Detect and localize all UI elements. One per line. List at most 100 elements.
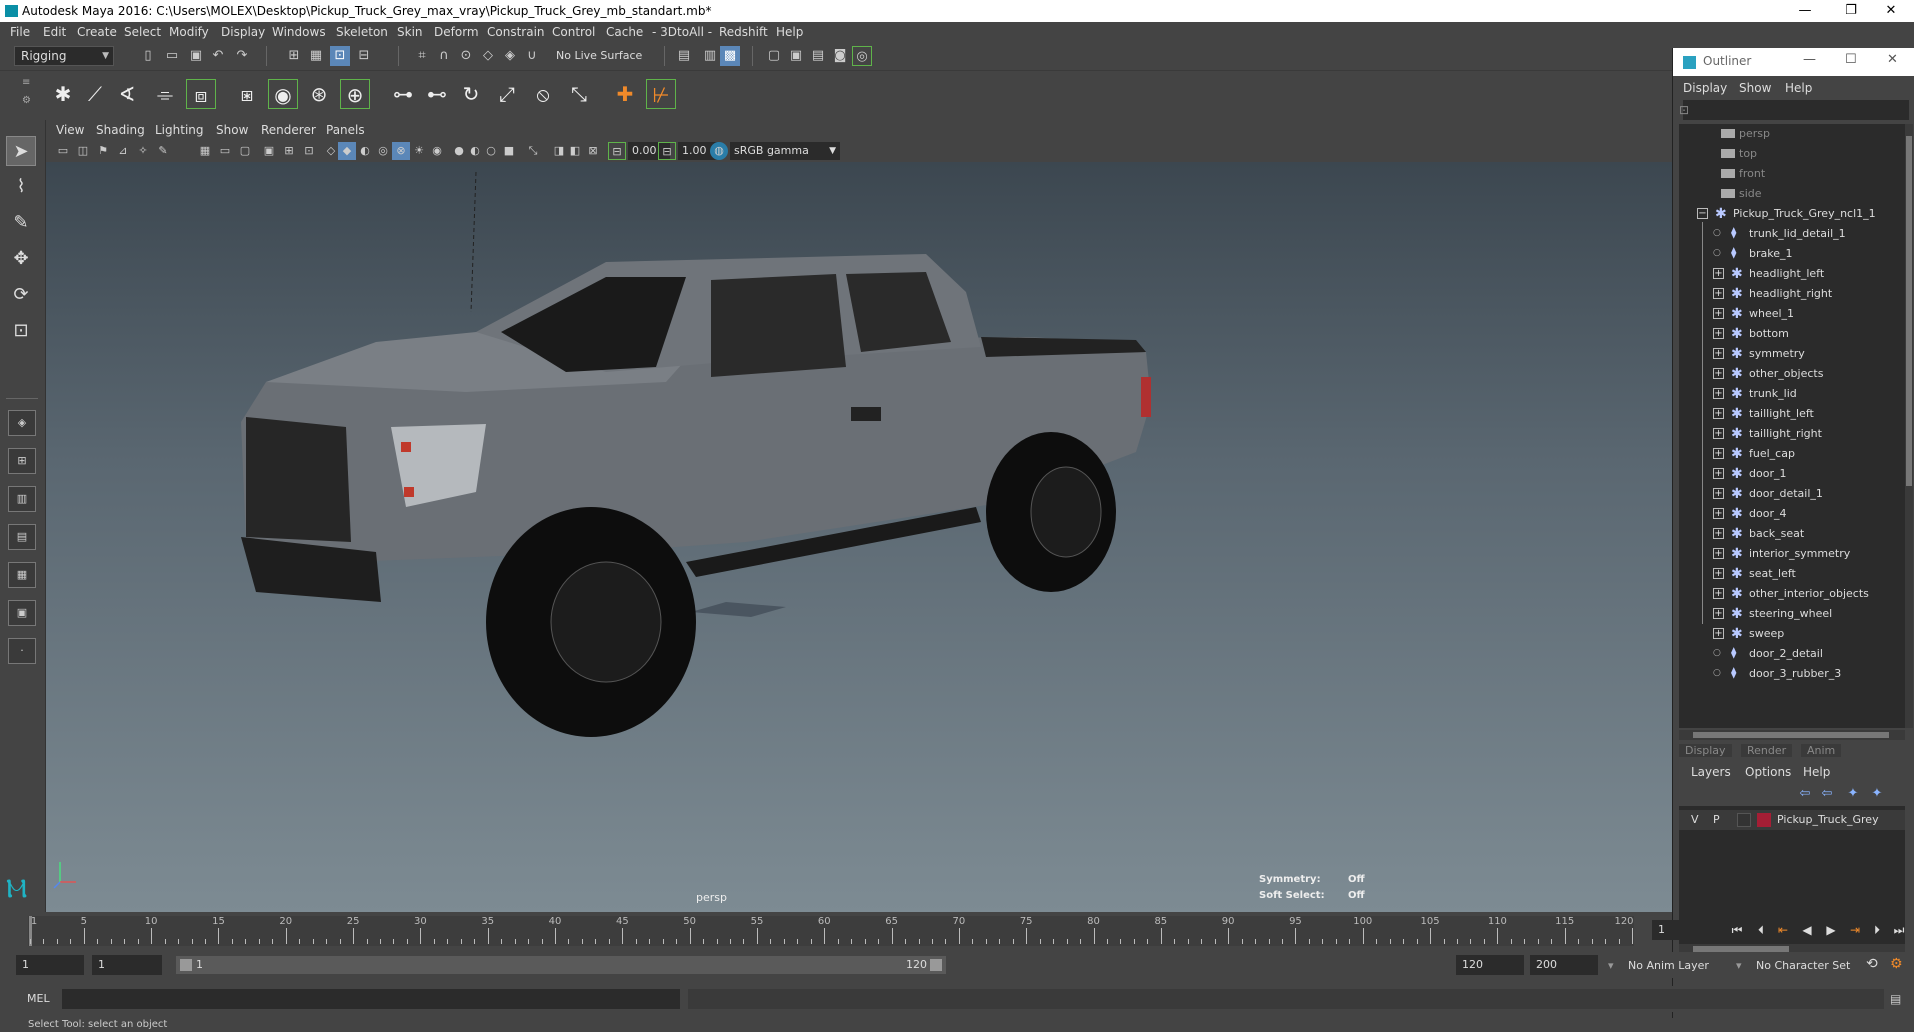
select-object-icon[interactable]: ▦ — [306, 46, 326, 66]
tree-item[interactable]: + ✱ wheel_1 — [1679, 304, 1905, 324]
gate-mask-icon[interactable]: ▣ — [260, 142, 278, 160]
layer-visibility-toggle[interactable]: V — [1691, 813, 1699, 826]
tree-item[interactable]: + ✱ fuel_cap — [1679, 444, 1905, 464]
create-joint-icon[interactable]: ✱ — [48, 79, 78, 109]
menu-3dtoall[interactable]: - 3DtoAll - — [652, 25, 712, 39]
depth-of-field-icon[interactable]: ○ — [482, 142, 500, 160]
menu-windows[interactable]: Windows — [272, 25, 326, 39]
pole-vector-icon[interactable]: ⤡ — [564, 79, 594, 109]
custom-layout-icon[interactable]: · — [8, 638, 36, 664]
snap-view-plane-icon[interactable]: ◇ — [478, 46, 498, 66]
xray-components-icon[interactable]: ◧ — [566, 142, 584, 160]
outliner-menu-display[interactable]: Display — [1683, 81, 1727, 95]
menu-display[interactable]: Display — [221, 25, 265, 39]
step-forward-key-icon[interactable]: ⇥ — [1846, 920, 1864, 940]
2d-pan-zoom-icon[interactable]: ✧ — [134, 142, 152, 160]
rigid-bind-icon[interactable]: ⧈ — [186, 79, 216, 109]
expand-icon[interactable]: + — [1713, 528, 1724, 539]
orient-constraint-icon[interactable]: ↻ — [456, 79, 486, 109]
exposure-icon[interactable]: ⊟ — [608, 142, 626, 160]
expand-icon[interactable]: + — [1713, 488, 1724, 499]
select-by-type-icon[interactable]: ⊟ — [354, 46, 374, 66]
tree-item[interactable]: + ✱ taillight_right — [1679, 424, 1905, 444]
tree-item[interactable]: + ✱ headlight_left — [1679, 264, 1905, 284]
tree-item-camera[interactable]: front — [1679, 164, 1905, 184]
menu-redshift[interactable]: Redshift — [719, 25, 768, 39]
new-layer-selected-icon[interactable]: ✦ — [1867, 784, 1887, 804]
step-back-frame-icon[interactable]: ⏴ — [1752, 920, 1770, 940]
open-scene-icon[interactable]: ▭ — [162, 46, 182, 66]
snap-live-icon[interactable]: ◈ — [500, 46, 520, 66]
go-to-end-icon[interactable]: ⏭ — [1890, 920, 1908, 940]
color-management-icon[interactable]: ◍ — [710, 142, 728, 160]
menu-deform[interactable]: Deform — [434, 25, 479, 39]
point-constraint-icon[interactable]: ⊶ — [388, 79, 418, 109]
grid-toggle-icon[interactable]: ▦ — [196, 142, 214, 160]
tree-item-camera[interactable]: persp — [1679, 124, 1905, 144]
scale-tool-icon[interactable]: ⊡ — [6, 316, 36, 346]
live-surface-label[interactable]: No Live Surface — [556, 49, 642, 62]
expand-icon[interactable]: + — [1713, 388, 1724, 399]
resolution-gate-icon[interactable]: ▢ — [236, 142, 254, 160]
animation-start-field[interactable]: 1 — [16, 955, 84, 975]
layer-menu-help[interactable]: Help — [1803, 765, 1830, 779]
perspective-viewport[interactable]: Symmetry: Off Soft Select: Off persp — [46, 162, 1673, 912]
expand-icon[interactable]: + — [1713, 508, 1724, 519]
auto-key-icon[interactable]: ⟲ — [1866, 956, 1878, 972]
tree-item[interactable]: + ✱ door_1 — [1679, 464, 1905, 484]
tree-item[interactable]: ○ ⧫ door_3_rubber_3 — [1679, 664, 1905, 684]
expand-icon[interactable]: + — [1713, 608, 1724, 619]
parent-constraint-icon[interactable]: ⦸ — [528, 79, 558, 109]
expand-icon[interactable]: + — [1713, 308, 1724, 319]
lasso-tool-icon[interactable]: ⌇ — [6, 172, 36, 202]
smooth-shade-icon[interactable]: ◆ — [338, 142, 356, 160]
menu-edit[interactable]: Edit — [43, 25, 66, 39]
save-scene-icon[interactable]: ▣ — [186, 46, 206, 66]
menu-constrain[interactable]: Constrain — [487, 25, 545, 39]
sculpt-icon[interactable]: ⊕ — [340, 79, 370, 109]
layer-color-swatch[interactable] — [1757, 813, 1771, 827]
tree-item[interactable]: + ✱ door_4 — [1679, 504, 1905, 524]
new-scene-icon[interactable]: ▯ — [138, 46, 158, 66]
outliner-horizontal-scrollbar[interactable] — [1679, 730, 1905, 740]
hypershade-icon[interactable]: ◙ — [830, 46, 850, 66]
time-slider-ticks[interactable]: 1 5 10 15 20 25 30 35 40 45 50 55 60 65 70 75 80 85 90 95 10… — [28, 916, 1634, 946]
close-button[interactable]: ✕ — [1868, 0, 1914, 22]
expand-icon[interactable]: + — [1713, 628, 1724, 639]
four-view-layout-icon[interactable]: ⊞ — [8, 448, 36, 474]
tree-item[interactable]: + ✱ trunk_lid — [1679, 384, 1905, 404]
vp-menu-shading[interactable]: Shading — [96, 123, 145, 137]
select-hierarchy-icon[interactable]: ⊞ — [284, 46, 304, 66]
tree-item[interactable]: + ✱ back_seat — [1679, 524, 1905, 544]
command-input[interactable] — [62, 989, 680, 1009]
menu-select[interactable]: Select — [124, 25, 161, 39]
image-plane-icon[interactable]: ⊿ — [114, 142, 132, 160]
move-tool-icon[interactable]: ✥ — [6, 244, 36, 274]
snap-grid-icon[interactable]: ⌗ — [412, 46, 432, 66]
outliner-close-button[interactable]: ✕ — [1887, 52, 1898, 67]
use-all-lights-icon[interactable]: ⊗ — [392, 142, 410, 160]
go-to-start-icon[interactable]: ⏮ — [1728, 920, 1746, 940]
tree-item[interactable]: + ✱ door_detail_1 — [1679, 484, 1905, 504]
expand-icon[interactable]: + — [1713, 568, 1724, 579]
render-view-icon[interactable]: ▤ — [808, 46, 828, 66]
field-chart-icon[interactable]: ⊞ — [280, 142, 298, 160]
tree-item[interactable]: ○ ⧫ door_2_detail — [1679, 644, 1905, 664]
tree-item[interactable]: + ✱ bottom — [1679, 324, 1905, 344]
xray-icon[interactable]: ■ — [500, 142, 518, 160]
cluster-icon[interactable]: ◉ — [268, 79, 298, 109]
expand-icon[interactable]: + — [1713, 268, 1724, 279]
undo-icon[interactable]: ↶ — [208, 46, 228, 66]
tree-item[interactable]: + ✱ taillight_left — [1679, 404, 1905, 424]
ik-handle-icon[interactable]: ⟋ — [80, 79, 110, 109]
redo-icon[interactable]: ↷ — [232, 46, 252, 66]
tree-item[interactable]: ○ ⧫ brake_1 — [1679, 244, 1905, 264]
expand-icon[interactable]: + — [1713, 588, 1724, 599]
animation-preferences-icon[interactable]: ⚙ — [1890, 956, 1903, 972]
animation-end-field[interactable]: 200 — [1530, 955, 1598, 975]
tab-render[interactable]: Render — [1741, 744, 1793, 757]
shade-wireframe-icon[interactable]: ◐ — [356, 142, 374, 160]
shelf-menu-icon[interactable]: ≡ — [22, 77, 30, 88]
aim-constraint-icon[interactable]: ⊷ — [422, 79, 452, 109]
side-by-side-layout-icon[interactable]: ▥ — [8, 486, 36, 512]
